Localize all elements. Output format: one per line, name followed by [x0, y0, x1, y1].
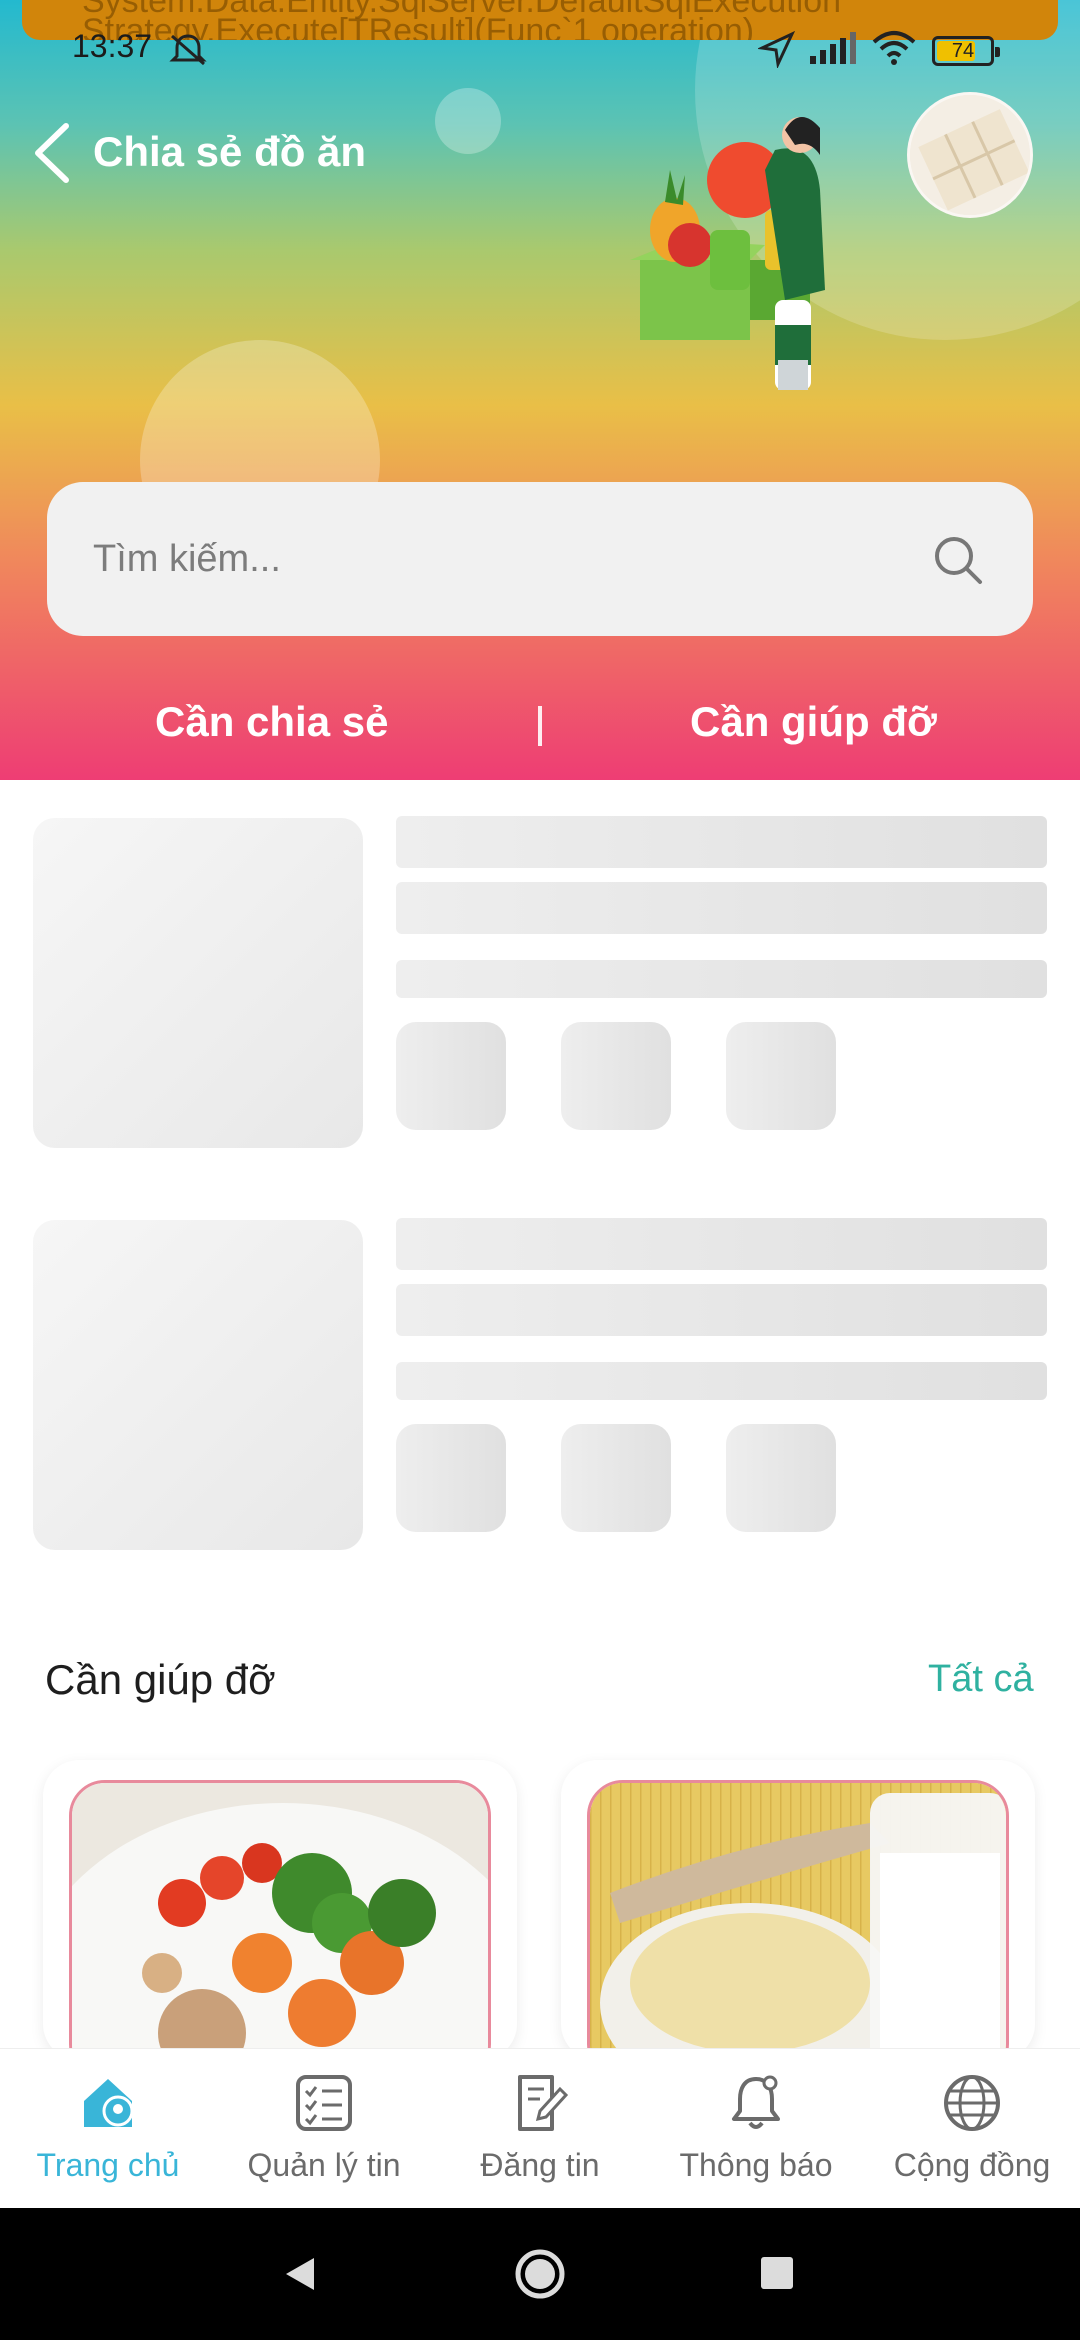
chevron-left-icon[interactable]	[30, 118, 80, 188]
skeleton-line	[396, 960, 1047, 998]
skeleton-chip	[726, 1022, 836, 1130]
section-title: Cần giúp đỡ	[45, 1656, 276, 1703]
nav-label: Thông báo	[679, 2147, 833, 2183]
bell-muted-icon	[169, 34, 207, 66]
skeleton-chip	[726, 1424, 836, 1532]
location-arrow-icon	[758, 30, 796, 68]
avatar[interactable]	[907, 92, 1033, 218]
battery-icon: 74	[932, 36, 1000, 66]
status-time: 13:37	[72, 28, 153, 64]
chocolate-avatar-image	[910, 95, 1030, 215]
food-share-illustration	[630, 116, 825, 390]
post-card[interactable]	[561, 1760, 1035, 2060]
skeleton-image	[33, 1220, 363, 1550]
skeleton-chip	[396, 1424, 506, 1532]
post-image	[587, 1780, 1009, 2060]
milk-powder-image	[590, 1783, 1006, 2060]
skeleton-chip	[561, 1424, 671, 1532]
globe-icon	[944, 2075, 1000, 2131]
nav-notifications[interactable]: Thông báo	[648, 2049, 864, 2209]
skeleton-chip	[561, 1022, 671, 1130]
checklist-icon	[296, 2075, 352, 2131]
nav-label: Quản lý tin	[247, 2147, 401, 2183]
system-navigation-bar	[0, 2208, 1080, 2340]
tab-can-giup-do[interactable]: Cần giúp đỡ	[690, 698, 937, 746]
back-triangle-icon[interactable]	[280, 2254, 320, 2294]
bell-icon	[732, 2075, 780, 2129]
search-bar	[47, 482, 1033, 636]
skeleton-line	[396, 1362, 1047, 1400]
nav-label: Đăng tin	[480, 2147, 600, 2183]
bottom-navigation: Trang chủ Quản lý tin Đăng tin Thông báo	[0, 2048, 1080, 2208]
page-title: Chia sẻ đồ ăn	[93, 128, 367, 175]
nav-label: Trang chủ	[36, 2147, 180, 2183]
skeleton-image	[33, 818, 363, 1148]
see-all-link[interactable]: Tất cả	[928, 1658, 1034, 1701]
vegetable-salad-image	[72, 1783, 488, 2060]
nav-post[interactable]: Đăng tin	[432, 2049, 648, 2209]
skeleton-line	[396, 816, 1047, 868]
home-circle-icon[interactable]	[514, 2248, 566, 2300]
tab-divider	[538, 706, 542, 746]
skeleton-line	[396, 1218, 1047, 1270]
tab-can-chia-se[interactable]: Cần chia sẻ	[155, 698, 388, 746]
edit-document-icon	[518, 2075, 569, 2131]
battery-text: 74	[951, 40, 975, 62]
nav-manage-posts[interactable]: Quản lý tin	[216, 2049, 432, 2209]
home-location-icon	[84, 2079, 134, 2127]
post-image	[69, 1780, 491, 2060]
header-banner	[0, 0, 1080, 780]
search-input[interactable]	[91, 482, 911, 636]
status-bar: 13:37 74	[0, 20, 1080, 80]
search-icon[interactable]	[932, 534, 984, 586]
nav-home[interactable]: Trang chủ	[0, 2049, 216, 2209]
signal-icon	[810, 32, 856, 64]
skeleton-line	[396, 1284, 1047, 1336]
decor-circle	[435, 88, 501, 154]
skeleton-line	[396, 882, 1047, 934]
post-card[interactable]	[43, 1760, 517, 2060]
recents-square-icon[interactable]	[760, 2256, 794, 2290]
nav-community[interactable]: Cộng đồng	[864, 2049, 1080, 2209]
category-tabs: Cần chia sẻ Cần giúp đỡ	[0, 690, 1080, 760]
nav-label: Cộng đồng	[893, 2147, 1051, 2183]
skeleton-chip	[396, 1022, 506, 1130]
wifi-icon	[872, 31, 916, 65]
